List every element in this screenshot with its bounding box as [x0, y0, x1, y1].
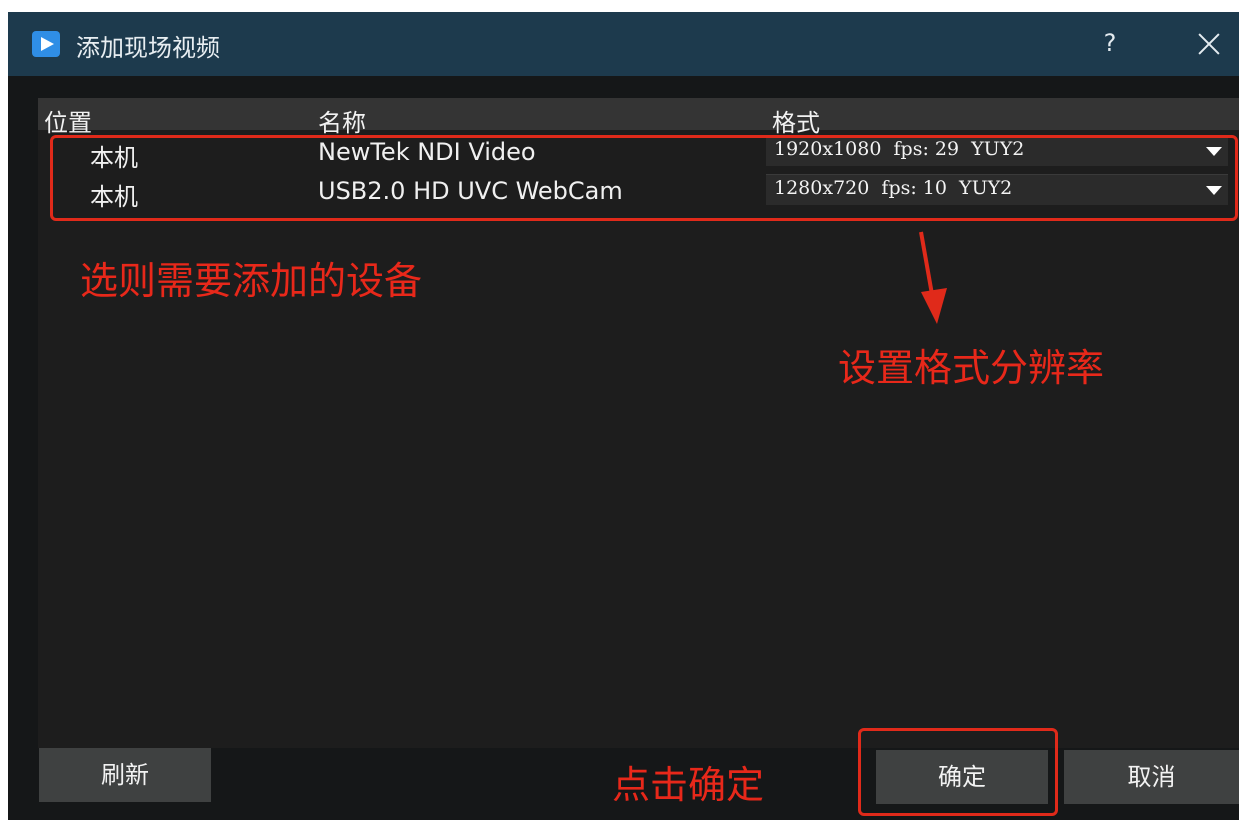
device-rows-highlight — [50, 135, 1238, 221]
title-bar: 添加现场视频 ? — [8, 12, 1239, 76]
refresh-button[interactable]: 刷新 — [39, 748, 211, 802]
red-arrow-icon — [919, 231, 947, 324]
annotation-click-ok: 点击确定 — [612, 763, 765, 807]
annotation-set-format: 设置格式分辨率 — [838, 346, 1105, 390]
cancel-button[interactable]: 取消 — [1064, 750, 1239, 804]
play-icon — [32, 31, 60, 57]
help-button[interactable]: ? — [1096, 26, 1124, 60]
dialog-title: 添加现场视频 — [76, 34, 220, 62]
table-header: 位置 名称 格式 — [38, 98, 1239, 137]
close-icon[interactable] — [1188, 24, 1228, 64]
ok-button-highlight — [858, 728, 1058, 816]
column-header-location: 位置 — [44, 109, 92, 137]
column-header-format: 格式 — [772, 109, 820, 137]
add-live-video-dialog: 添加现场视频 ? 位置 名称 格式 本机 NewTek NDI Video 19… — [8, 12, 1239, 820]
column-header-name: 名称 — [318, 109, 366, 137]
annotation-select-device: 选则需要添加的设备 — [80, 259, 423, 303]
